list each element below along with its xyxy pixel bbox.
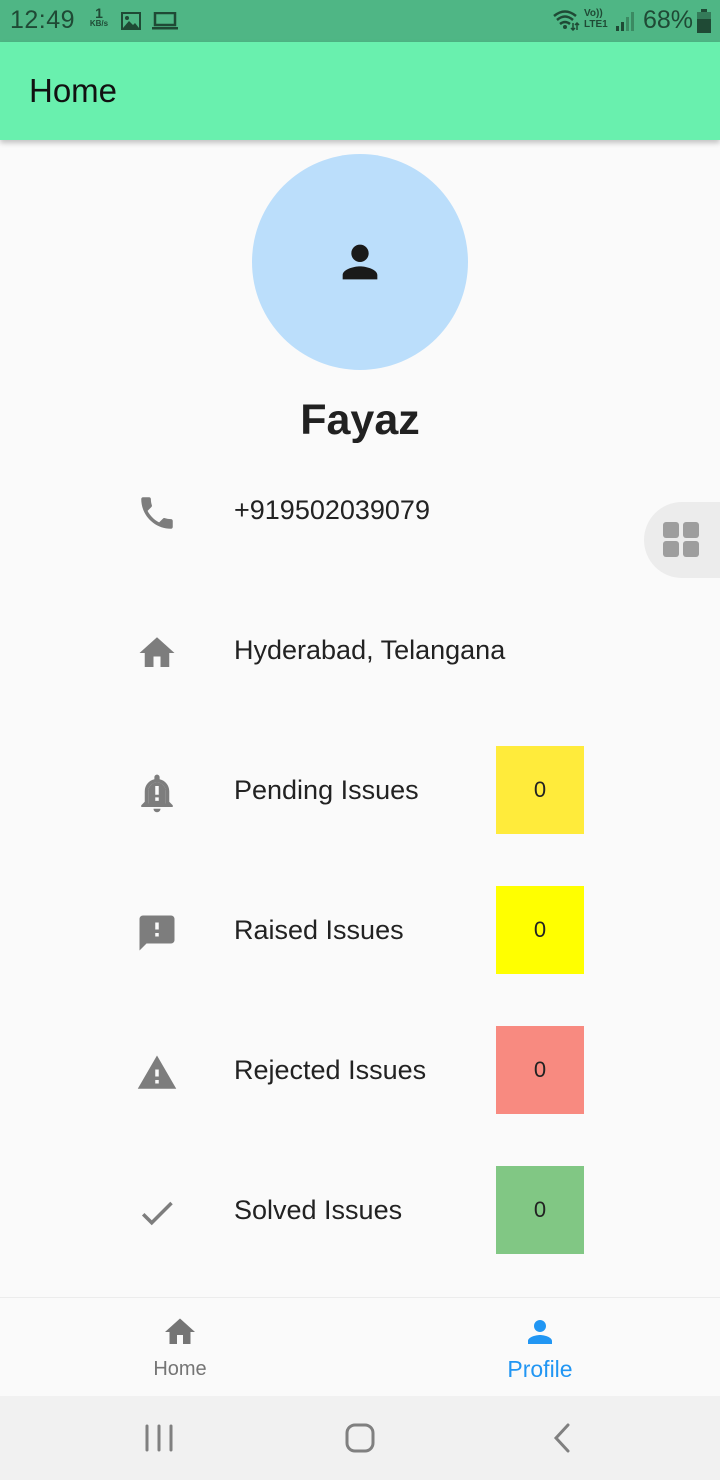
issue-label: Pending Issues: [234, 775, 419, 805]
issue-count-badge[interactable]: 0: [496, 1026, 584, 1114]
phone-row: +919502039079: [0, 466, 720, 556]
notification-important-icon: [141, 774, 173, 813]
feedback-icon: [139, 915, 175, 951]
battery-icon: [697, 9, 711, 33]
app-bar-title: Home: [29, 72, 118, 109]
floating-apps-button[interactable]: [644, 502, 720, 578]
phone-number: +919502039079: [234, 495, 430, 525]
laptop-notification-icon: [152, 12, 178, 30]
person-icon: [342, 244, 378, 280]
grid-square: [663, 541, 679, 557]
recent-apps-icon[interactable]: [139, 1418, 179, 1458]
nav-label-home: Home: [153, 1358, 207, 1380]
phone-icon: [141, 497, 173, 529]
nav-item-home[interactable]: Home: [0, 1298, 360, 1397]
bottom-navigation: Home Profile: [0, 1297, 720, 1397]
profile-name: Fayaz: [300, 396, 420, 444]
system-navigation-bar: [0, 1396, 720, 1480]
status-time: 12:49: [10, 6, 76, 34]
app-bar: Home: [0, 42, 720, 140]
issue-label: Rejected Issues: [234, 1055, 427, 1085]
back-icon[interactable]: [542, 1418, 582, 1458]
warning-icon: [137, 1055, 177, 1089]
location-text: Hyderabad, Telangana: [234, 635, 506, 665]
home-icon: [139, 637, 175, 667]
location-row: Hyderabad, Telangana: [0, 606, 720, 696]
issue-count-badge[interactable]: 0: [496, 746, 584, 834]
issue-count-badge[interactable]: 0: [496, 886, 584, 974]
avatar[interactable]: [252, 154, 468, 370]
network-speed: 1 KB/s: [89, 5, 109, 28]
home-icon: [165, 1318, 195, 1344]
issue-row-raised[interactable]: Raised Issues 0: [0, 886, 720, 976]
issue-label: Solved Issues: [234, 1195, 403, 1225]
nav-label-profile: Profile: [507, 1356, 573, 1382]
nav-item-profile[interactable]: Profile: [360, 1298, 720, 1397]
grid-square: [683, 522, 699, 538]
issue-row-pending[interactable]: Pending Issues 0: [0, 746, 720, 836]
person-icon: [528, 1320, 552, 1344]
issue-row-solved[interactable]: Solved Issues 0: [0, 1166, 720, 1256]
issue-label: Raised Issues: [234, 915, 404, 945]
status-bar: 12:49 1 KB/s Vo)) LTE1 68%: [0, 0, 720, 42]
wifi-icon: [553, 10, 580, 31]
volte-indicator: Vo)) LTE1: [584, 8, 608, 30]
issue-row-rejected[interactable]: Rejected Issues 0: [0, 1026, 720, 1116]
check-icon: [141, 1201, 173, 1226]
issue-count-badge[interactable]: 0: [496, 1166, 584, 1254]
home-button-icon[interactable]: [340, 1418, 380, 1458]
battery-percent: 68%: [643, 6, 694, 34]
gallery-notification-icon: [121, 12, 141, 30]
grid-square: [663, 522, 679, 538]
signal-icon: [616, 12, 634, 31]
grid-square: [683, 541, 699, 557]
